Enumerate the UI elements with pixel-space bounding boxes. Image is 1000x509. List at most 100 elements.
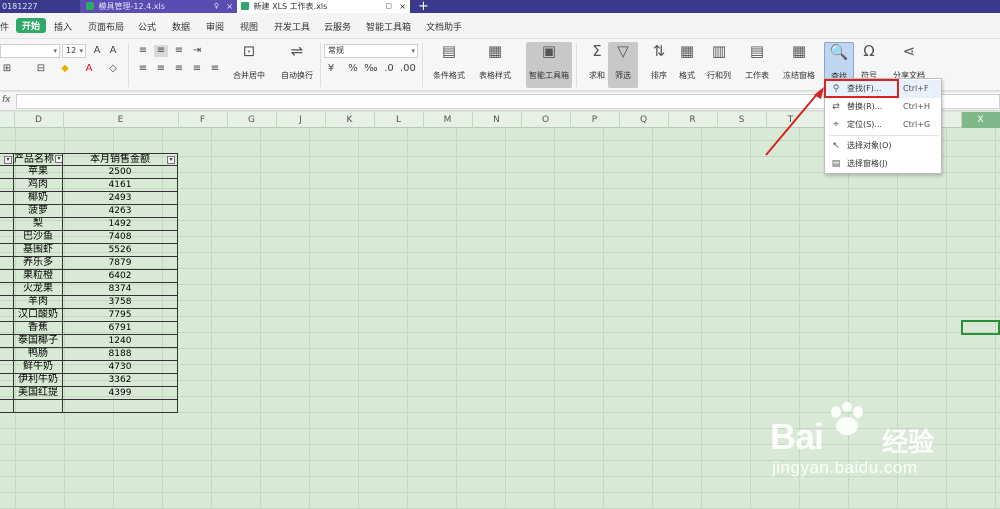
menu-insert[interactable]: 插入 <box>54 20 72 33</box>
menu-item-selection-pane[interactable]: ▤ 选择窗格(J) <box>825 155 941 173</box>
column-header-p[interactable]: P <box>570 112 619 128</box>
menu-view[interactable]: 视图 <box>240 20 258 33</box>
menu-developer[interactable]: 开发工具 <box>274 20 310 33</box>
font-size-select[interactable]: 12 ▾ <box>62 44 86 58</box>
font-name-select[interactable]: ▾ <box>0 44 60 58</box>
table-cell[interactable]: 2500 <box>63 166 178 179</box>
table-cell[interactable]: 7879 <box>63 257 178 270</box>
menu-file-fragment[interactable]: 件 <box>0 20 9 33</box>
table-cell[interactable]: 泰国椰子 <box>14 335 63 348</box>
menu-cloud-service[interactable]: 云服务 <box>324 20 351 33</box>
menu-start-tab[interactable]: 开始 <box>16 18 47 33</box>
table-cell[interactable]: 梨 <box>14 218 63 231</box>
table-cell[interactable]: 8374 <box>63 283 178 296</box>
table-cell[interactable] <box>0 192 14 205</box>
column-header-x[interactable]: X <box>961 112 1000 128</box>
menu-formulas[interactable]: 公式 <box>138 20 156 33</box>
filter-button[interactable]: ▽ 筛选 <box>608 42 638 88</box>
table-cell[interactable]: 4399 <box>63 387 178 400</box>
align-bottom-icon[interactable]: ≡ <box>172 45 186 57</box>
table-cell[interactable]: 养乐多 <box>14 257 63 270</box>
table-cell[interactable] <box>0 296 14 309</box>
conditional-format-button[interactable]: ▤ 条件格式 <box>426 42 472 88</box>
table-cell[interactable] <box>0 387 14 400</box>
table-cell[interactable]: 美国红提 <box>14 387 63 400</box>
table-cell[interactable]: 4161 <box>63 179 178 192</box>
increase-decimal-icon[interactable]: .0 <box>382 63 396 75</box>
column-header-e[interactable]: E <box>63 112 178 128</box>
table-cell[interactable]: 汉口酸奶 <box>14 309 63 322</box>
table-cell[interactable] <box>0 244 14 257</box>
fill-color-icon[interactable]: ◆ <box>58 63 72 75</box>
table-cell[interactable]: 2493 <box>63 192 178 205</box>
justify-icon[interactable]: ≡ <box>190 63 204 75</box>
table-style-button[interactable]: ▦ 表格样式 <box>472 42 518 88</box>
column-header-j[interactable]: J <box>276 112 325 128</box>
menu-item-replace[interactable]: ⇄ 替换(R)... Ctrl+H <box>825 98 941 116</box>
table-cell[interactable] <box>0 205 14 218</box>
align-right-icon[interactable]: ≡ <box>172 63 186 75</box>
menu-item-select-objects[interactable]: ↖ 选择对象(O) <box>825 137 941 155</box>
align-middle-icon[interactable]: ≡ <box>154 45 168 57</box>
table-cell[interactable] <box>0 166 14 179</box>
table-cell[interactable] <box>0 218 14 231</box>
column-header-s[interactable]: S <box>717 112 766 128</box>
document-tab-3-active[interactable]: 新建 XLS 工作表.xls ▢ × <box>237 0 410 13</box>
thousands-icon[interactable]: ‰ <box>364 63 378 75</box>
table-cell[interactable] <box>0 335 14 348</box>
document-tab-2[interactable]: 模具管理-12.4.xls ♀ × <box>80 0 237 13</box>
active-cell-selection[interactable] <box>961 320 1000 335</box>
menu-doc-assistant[interactable]: 文档助手 <box>426 20 462 33</box>
table-cell[interactable]: 基围虾 <box>14 244 63 257</box>
table-cell[interactable] <box>0 283 14 296</box>
table-cell[interactable]: 火龙果 <box>14 283 63 296</box>
align-left-icon[interactable]: ≡ <box>136 63 150 75</box>
filter-dropdown-icon[interactable]: ▾ <box>4 156 12 164</box>
pin-icon[interactable]: ▢ <box>385 0 392 13</box>
column-header-l[interactable]: L <box>374 112 423 128</box>
column-header-g[interactable]: G <box>227 112 276 128</box>
table-cell[interactable]: 8188 <box>63 348 178 361</box>
table-cell[interactable]: 4730 <box>63 361 178 374</box>
table-cell[interactable]: 果粒橙 <box>14 270 63 283</box>
worksheet-button[interactable]: ▤ 工作表 <box>734 42 780 88</box>
freeze-panes-button[interactable]: ▦ 冻结窗格 <box>776 42 822 88</box>
currency-icon[interactable]: ¥ <box>324 63 338 75</box>
number-format-select[interactable]: 常规 ▾ <box>324 44 418 58</box>
menu-data[interactable]: 数据 <box>172 20 190 33</box>
table-header-cell-product[interactable]: 产品名称 ▾ <box>14 153 63 166</box>
wrap-text-button[interactable]: ⇌ 自动换行 <box>274 42 320 88</box>
table-cell[interactable]: 3362 <box>63 374 178 387</box>
align-center-icon[interactable]: ≡ <box>154 63 168 75</box>
distribute-icon[interactable]: ≡ <box>208 63 222 75</box>
table-cell[interactable]: 1492 <box>63 218 178 231</box>
table-cell[interactable]: 苹果 <box>14 166 63 179</box>
clear-format-icon[interactable]: ◇ <box>106 63 120 75</box>
table-cell[interactable] <box>14 400 63 413</box>
decrease-decimal-icon[interactable]: .00 <box>400 63 416 75</box>
table-cell[interactable]: 羊肉 <box>14 296 63 309</box>
close-tab-icon[interactable]: × <box>226 0 233 13</box>
smart-toolbox-button[interactable]: ▣ 智能工具箱 <box>526 42 572 88</box>
filter-dropdown-icon[interactable]: ▾ <box>167 156 175 164</box>
table-cell[interactable]: 鲜牛奶 <box>14 361 63 374</box>
table-cell[interactable]: 3758 <box>63 296 178 309</box>
table-cell[interactable]: 7408 <box>63 231 178 244</box>
table-cell[interactable]: 巴沙鱼 <box>14 231 63 244</box>
menu-item-find[interactable]: ⚲ 查找(F)... Ctrl+F <box>825 80 941 98</box>
column-header-n[interactable]: N <box>472 112 521 128</box>
table-cell[interactable]: 鸡肉 <box>14 179 63 192</box>
borders-icon[interactable]: ⊞ <box>0 63 14 75</box>
menu-smart-toolbox[interactable]: 智能工具箱 <box>366 20 411 33</box>
table-cell[interactable] <box>0 179 14 192</box>
close-tab-icon[interactable]: × <box>399 0 406 13</box>
table-cell[interactable]: 菠萝 <box>14 205 63 218</box>
border-style-icon[interactable]: ⊟ <box>34 63 48 75</box>
table-header-cell-amount[interactable]: 本月销售金额 ▾ <box>63 153 178 166</box>
column-header-f[interactable]: F <box>178 112 227 128</box>
table-cell[interactable] <box>0 309 14 322</box>
document-tab-1[interactable]: 0181227 <box>0 0 80 13</box>
table-cell[interactable]: 香蕉 <box>14 322 63 335</box>
table-cell[interactable] <box>0 257 14 270</box>
menu-page-layout[interactable]: 页面布局 <box>88 20 124 33</box>
